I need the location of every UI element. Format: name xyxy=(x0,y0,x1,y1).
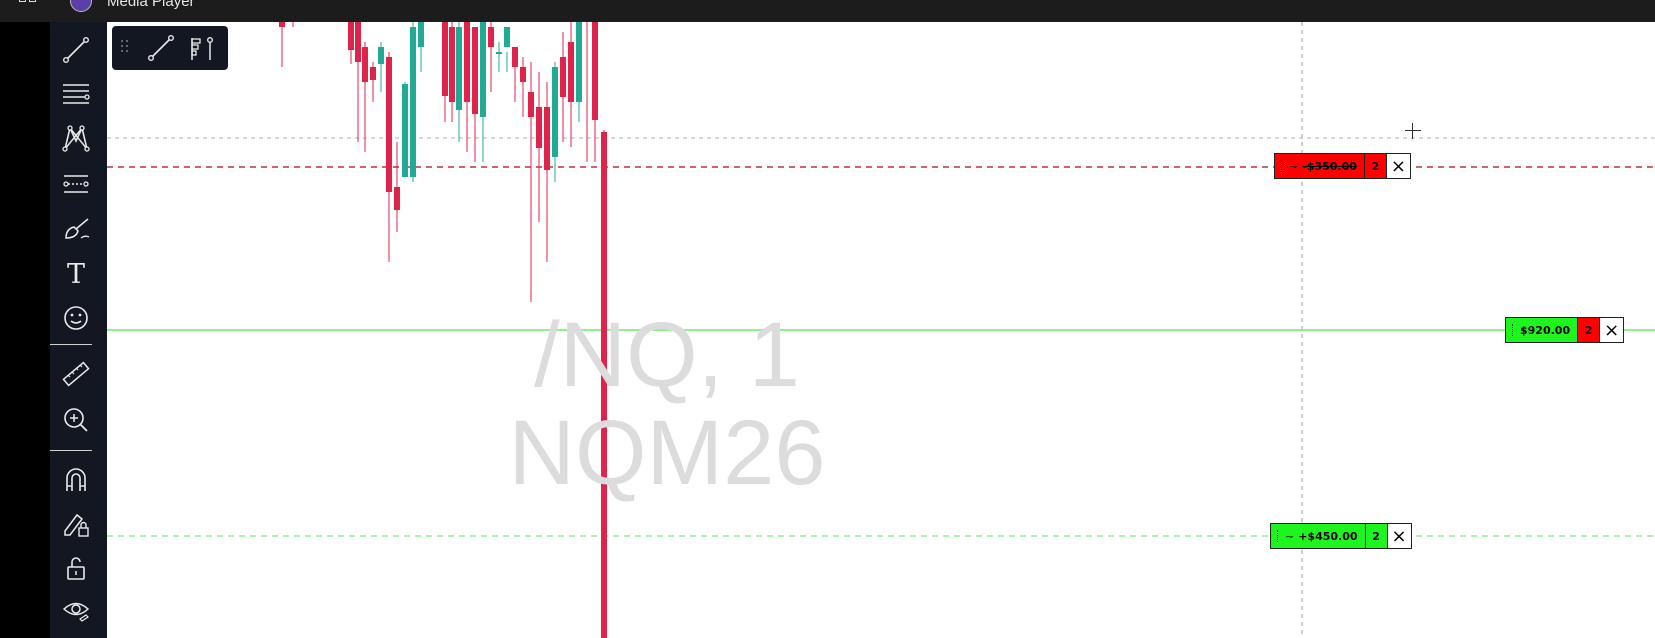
target-tilde: ~ xyxy=(1285,529,1295,543)
pattern-icon[interactable] xyxy=(60,122,92,154)
stop-tilde: ~ xyxy=(1289,159,1299,173)
candle-body xyxy=(576,22,582,102)
stop-loss-order-chip[interactable]: ~ -$350.00 2 × xyxy=(1274,153,1411,179)
candle-body xyxy=(520,67,526,82)
stop-loss-label[interactable]: ~ -$350.00 xyxy=(1275,154,1364,178)
candle-body xyxy=(386,57,392,192)
candle-body xyxy=(410,27,416,177)
take-profit-order-chip[interactable]: ~ +$450.00 2 × xyxy=(1270,523,1412,549)
candle-body xyxy=(370,67,376,80)
candle-body xyxy=(496,52,502,54)
eye-icon[interactable] xyxy=(60,594,92,626)
candle-body xyxy=(362,47,368,82)
stop-loss-close-button[interactable]: × xyxy=(1385,154,1410,178)
candle-body xyxy=(456,27,462,110)
toolbar-divider xyxy=(50,344,92,345)
zoom-in-icon[interactable] xyxy=(60,404,92,436)
contract-watermark: NQM26 xyxy=(508,402,826,504)
candle-body xyxy=(512,47,518,67)
candle-body xyxy=(402,84,408,177)
chart-area[interactable]: /NQ, 1 NQM26 ~ -$350.00 2 × $920.00 2 × xyxy=(107,22,1655,638)
take-profit-value: +$450.00 xyxy=(1298,529,1358,543)
drag-handle-icon[interactable] xyxy=(121,40,131,56)
candle-body xyxy=(464,22,470,102)
candle-body xyxy=(552,67,558,157)
media-player-logo-icon xyxy=(70,0,92,12)
crosshair-cursor-icon xyxy=(1405,123,1421,139)
candle-body xyxy=(378,47,384,64)
prediction-icon[interactable] xyxy=(60,168,92,200)
horizontal-lines-icon[interactable] xyxy=(60,78,92,110)
grid-icon[interactable] xyxy=(19,0,37,8)
app-root: Media Player T /NQ, 1 NQM26 ~ -$350.00 2… xyxy=(0,0,1655,638)
floating-drawing-toolbar xyxy=(112,26,228,70)
candle-body xyxy=(418,22,424,47)
take-profit-label[interactable]: ~ +$450.00 xyxy=(1271,524,1365,548)
candle-body xyxy=(394,187,400,210)
candle-body xyxy=(536,107,542,148)
trendline-icon[interactable] xyxy=(60,34,92,66)
position-close-button[interactable]: × xyxy=(1599,318,1624,342)
drawing-toolbar: T xyxy=(50,22,107,638)
drag-handle-icon[interactable] xyxy=(1281,160,1282,172)
title-bar: Media Player xyxy=(0,0,1655,22)
position-qty[interactable]: 2 xyxy=(1577,318,1600,342)
candle-body xyxy=(355,22,361,62)
candle-body xyxy=(568,42,574,102)
ruler-icon[interactable] xyxy=(60,358,92,390)
lock-drawing-icon[interactable] xyxy=(60,508,92,540)
take-profit-close-button[interactable]: × xyxy=(1386,524,1411,548)
magnet-icon[interactable] xyxy=(60,464,92,496)
candle-body xyxy=(504,27,510,47)
candle-body xyxy=(480,22,486,117)
candle-body xyxy=(279,22,285,27)
toolbar-divider xyxy=(50,450,92,451)
candle-body xyxy=(449,27,455,102)
candle-body xyxy=(560,57,566,97)
position-label[interactable]: $920.00 xyxy=(1506,318,1577,342)
candle-body xyxy=(472,27,478,114)
drag-handle-icon[interactable] xyxy=(1512,324,1513,336)
candle-body xyxy=(528,92,534,117)
emoji-icon[interactable] xyxy=(60,302,92,334)
unlock-icon[interactable] xyxy=(60,552,92,584)
candle-body xyxy=(592,22,598,120)
stop-loss-qty[interactable]: 2 xyxy=(1363,154,1386,178)
text-icon[interactable]: T xyxy=(60,258,92,290)
text-tool-label: T xyxy=(66,258,85,290)
drag-handle-icon[interactable] xyxy=(1277,530,1278,542)
symbol-watermark: /NQ, 1 xyxy=(534,304,800,406)
take-profit-qty[interactable]: 2 xyxy=(1364,524,1387,548)
candle-body xyxy=(442,22,448,96)
candle-body xyxy=(544,107,550,170)
stop-loss-value: -$350.00 xyxy=(1302,159,1357,173)
position-chip[interactable]: $920.00 2 × xyxy=(1505,317,1625,343)
window-title: Media Player xyxy=(107,0,195,10)
left-frame xyxy=(0,22,50,638)
candle-body xyxy=(488,27,494,47)
fib-icon[interactable] xyxy=(186,33,216,63)
brush-icon[interactable] xyxy=(60,212,92,244)
trendline-icon[interactable] xyxy=(146,33,176,63)
candle-body xyxy=(348,22,354,50)
position-pnl-value: $920.00 xyxy=(1520,323,1571,337)
